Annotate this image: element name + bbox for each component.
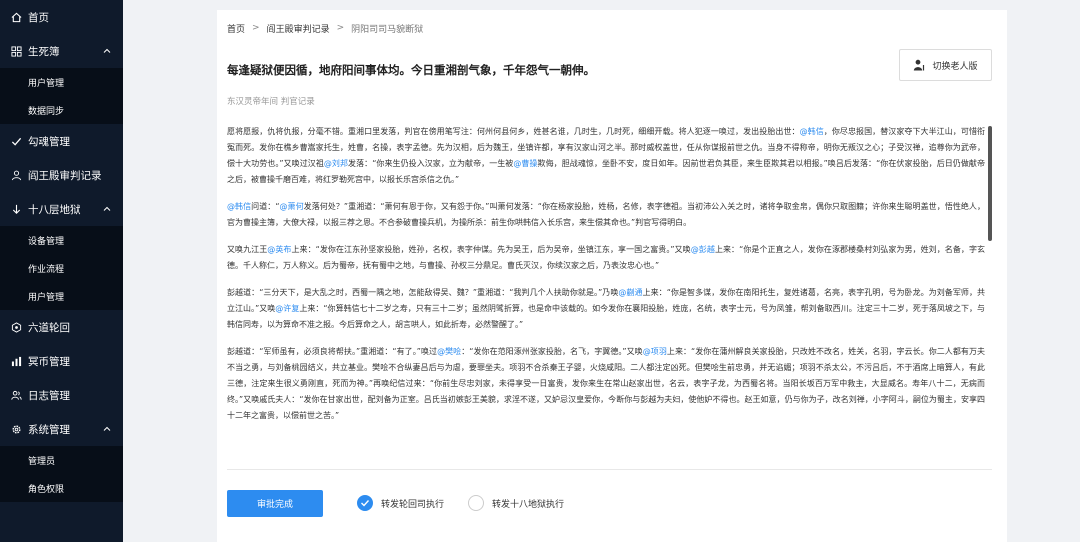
text-paragraph: @韩信问道：“@萧何发落何处？”重湘道：“萧何有恩于你，又有怨于你。”叫萧何发落… — [227, 199, 985, 231]
mention-link[interactable]: @刘邦 — [324, 159, 348, 168]
mention-link[interactable]: @韩信 — [227, 202, 251, 211]
sidebar-item-label: 阎王殿审判记录 — [28, 169, 102, 182]
sidebar-item-label: 首页 — [28, 11, 49, 24]
sidebar-item-reincarnation[interactable]: 六道轮回 — [0, 310, 123, 344]
breadcrumb-home[interactable]: 首页 — [227, 22, 245, 35]
sidebar-subitem-admin[interactable]: 管理员 — [0, 446, 123, 474]
sidebar-item-home[interactable]: 首页 — [0, 0, 123, 34]
sidebar-item-system-management[interactable]: 系统管理 — [0, 412, 123, 446]
chevron-up-icon — [103, 424, 111, 432]
check-icon — [10, 135, 22, 147]
sidebar-item-log-management[interactable]: 日志管理 — [0, 378, 123, 412]
text-segment: 又唤九江王 — [227, 245, 268, 254]
radio-unchecked-icon — [468, 495, 484, 511]
text-segment: 上来：“发你在蒲州解良关家投胎，只改姓不改名，姓关，名羽，字云长。你二人都有万夫… — [227, 347, 985, 420]
elder-user-icon — [913, 59, 925, 71]
text-segment: 彭越道：“军师虽有，必须良将帮扶。”重湘道：“有了。”唤过 — [227, 347, 438, 356]
radio-checked-icon — [357, 495, 373, 511]
sidebar: 首页 生死簿 用户管理 数据同步 勾魂管理 阎王殿审判记录 十八层地狱 设备管理… — [0, 0, 123, 542]
mention-link[interactable]: @萧何 — [279, 202, 303, 211]
sidebar-subitem-device-management[interactable]: 设备管理 — [0, 226, 123, 254]
sidebar-item-label: 十八层地狱 — [28, 203, 81, 216]
divider — [227, 469, 992, 470]
sidebar-item-label: 日志管理 — [28, 389, 70, 402]
chevron-up-icon — [103, 46, 111, 54]
sidebar-item-life-death-book[interactable]: 生死簿 — [0, 34, 123, 68]
sidebar-item-hell-money[interactable]: 冥币管理 — [0, 344, 123, 378]
cycle-icon — [10, 321, 22, 333]
breadcrumb-separator: > — [252, 23, 260, 33]
text-segment: 上来：“你算韩信七十二岁之寿，只有三十二岁；虽然阴骘折算，也是命中该载的。如今发… — [227, 304, 985, 329]
mention-link[interactable]: @韩信 — [800, 127, 824, 136]
sidebar-subitem-user-management-2[interactable]: 用户管理 — [0, 282, 123, 310]
text-paragraph: 彭越道：“军师虽有，必须良将帮扶。”重湘道：“有了。”唤过@樊哙：“发你在范阳涿… — [227, 344, 985, 424]
main-area: 首页 > 阎王殿审判记录 > 阴阳司司马貌断狱 每逢疑狱便因循，地府阳间事体均。… — [123, 0, 1080, 542]
radio-forward-reincarnation[interactable]: 转发轮回司执行 — [357, 495, 444, 511]
sidebar-item-label: 生死簿 — [28, 45, 60, 58]
sidebar-item-eighteen-hells[interactable]: 十八层地狱 — [0, 192, 123, 226]
sidebar-subitem-workflow[interactable]: 作业流程 — [0, 254, 123, 282]
sidebar-item-label: 勾魂管理 — [28, 135, 70, 148]
record-subtitle: 东汉灵帝年间 判官记录 — [227, 97, 315, 107]
text-segment: 彭越道：“三分天下，是大乱之时，西蜀一隅之地，怎能敌得吴、魏？”重湘道：“我判几… — [227, 288, 619, 297]
switch-elderly-mode-button[interactable]: 切换老人版 — [899, 49, 992, 81]
sidebar-item-soul-management[interactable]: 勾魂管理 — [0, 124, 123, 158]
sidebar-item-label: 冥币管理 — [28, 355, 70, 368]
breadcrumb-judgement-records[interactable]: 阎王殿审判记录 — [267, 22, 330, 35]
mention-link[interactable]: @英布 — [267, 245, 291, 254]
arrow-down-icon — [10, 203, 22, 215]
text-segment: 愿将愿报，仇将仇报，分毫不错。重湘口里发落，判官在傍用笔写注：何州何县何乡，姓甚… — [227, 127, 800, 136]
sidebar-item-judgement-records[interactable]: 阎王殿审判记录 — [0, 158, 123, 192]
judgement-text: 愿将愿报，仇将仇报，分毫不错。重湘口里发落，判官在傍用笔写注：何州何县何乡，姓甚… — [227, 124, 985, 459]
text-paragraph: 又唤九江王@英布上来：“发你在江东孙坚家投胎，姓孙，名权，表字仲谋。先为吴王，后… — [227, 242, 985, 274]
text-segment: ：“发你在范阳涿州张家投胎，名飞，字翼德。”又唤 — [461, 347, 643, 356]
text-segment: 上来：“发你在江东孙坚家投胎，姓孙，名权，表字仲谋。先为吴王，后为吴帝，坐镇江东… — [291, 245, 691, 254]
text-segment: 发落何处？”重湘道：“萧何有恩于你，又有怨于你。”叫萧何发落：“你在杨家投胎，姓… — [227, 202, 985, 227]
mention-link[interactable]: @项羽 — [643, 347, 667, 356]
mention-link[interactable]: @彭越 — [691, 245, 715, 254]
mention-link[interactable]: @曹操 — [513, 159, 537, 168]
text-paragraph: 彭越道：“三分天下，是大乱之时，西蜀一隅之地，怎能敌得吴、魏？”重湘道：“我判几… — [227, 285, 985, 333]
mention-link[interactable]: @许复 — [275, 304, 299, 313]
mention-link[interactable]: @樊哙 — [437, 347, 461, 356]
breadcrumb: 首页 > 阎王殿审判记录 > 阴阳司司马貌断狱 — [227, 20, 423, 36]
gear-icon — [10, 423, 22, 435]
detail-card: 首页 > 阎王殿审判记录 > 阴阳司司马貌断狱 每逢疑狱便因循，地府阳间事体均。… — [217, 10, 1007, 542]
mention-link[interactable]: @蒯通 — [618, 288, 642, 297]
sidebar-subitem-user-management[interactable]: 用户管理 — [0, 68, 123, 96]
text-segment: 发落：“你来生仍投入汉家，立为献帝，一生被 — [348, 159, 514, 168]
breadcrumb-separator: > — [336, 23, 345, 33]
radio-forward-eighteen-hells[interactable]: 转发十八地狱执行 — [468, 495, 564, 511]
chevron-up-icon — [103, 204, 111, 212]
home-icon — [10, 11, 22, 23]
sidebar-item-label: 系统管理 — [28, 423, 70, 436]
text-segment: 问道：“ — [251, 202, 280, 211]
breadcrumb-current: 阴阳司司马貌断狱 — [351, 24, 424, 35]
sidebar-subitem-data-sync[interactable]: 数据同步 — [0, 96, 123, 124]
switch-elderly-mode-label: 切换老人版 — [932, 61, 978, 72]
page-title: 每逢疑狱便因循，地府阳间事体均。今日重湘剖气象，千年怨气一朝伸。 — [227, 63, 595, 77]
radio-label: 转发十八地狱执行 — [492, 499, 565, 510]
user-icon — [10, 169, 22, 181]
approve-complete-button[interactable]: 审批完成 — [227, 490, 323, 517]
sidebar-subitem-role-permissions[interactable]: 角色权限 — [0, 474, 123, 502]
content-scrollbar[interactable] — [988, 126, 992, 241]
radio-label: 转发轮回司执行 — [381, 499, 445, 510]
text-paragraph: 愿将愿报，仇将仇报，分毫不错。重湘口里发落，判官在傍用笔写注：何州何县何乡，姓甚… — [227, 124, 985, 188]
grid-icon — [10, 45, 22, 57]
bars-icon — [10, 355, 22, 367]
users-icon — [10, 389, 22, 401]
sidebar-item-label: 六道轮回 — [28, 321, 70, 334]
